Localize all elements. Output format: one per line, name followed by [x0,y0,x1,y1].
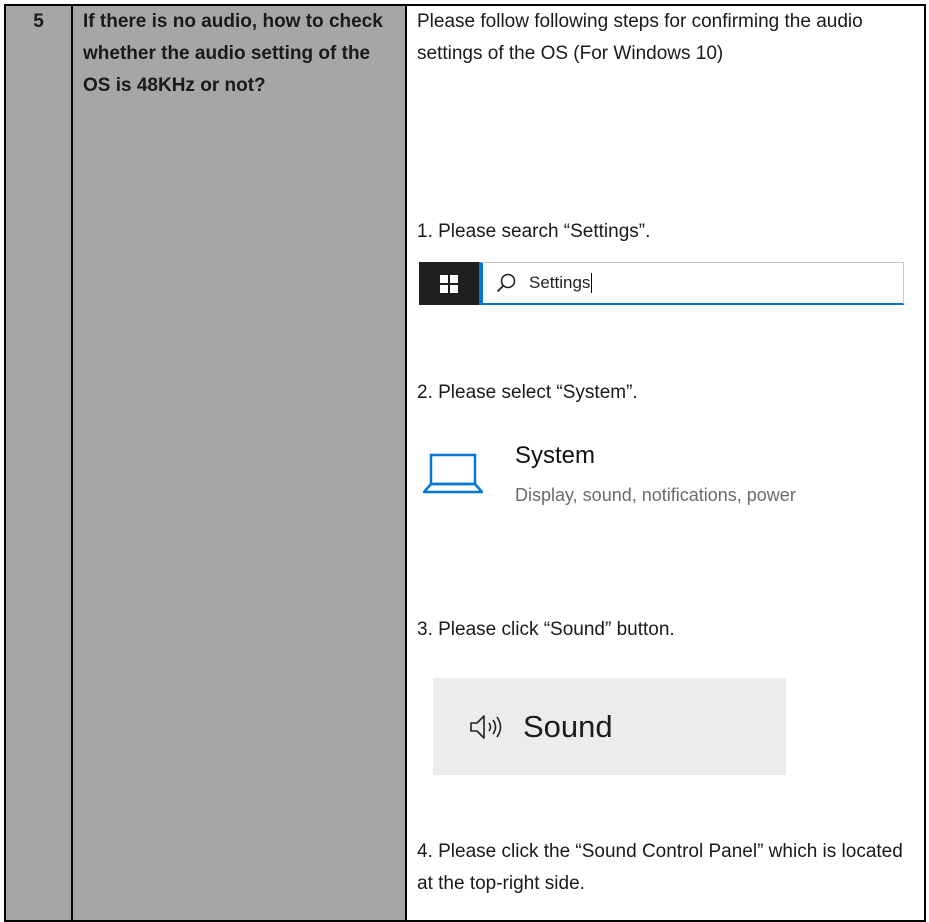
faq-table: 5 If there is no audio, how to check whe… [4,4,926,922]
sound-label: Sound [523,708,613,744]
answer-content: Please follow following steps for confir… [407,6,924,920]
windows-logo-icon [440,274,458,293]
step-3-text: 3. Please click “Sound” button. [417,619,675,640]
text-caret [591,273,593,293]
row-number-cell: 5 [4,4,73,922]
sound-button[interactable]: Sound [433,678,786,775]
question-text: If there is no audio, how to check wheth… [83,11,383,96]
answer-cell: Please follow following steps for confir… [405,4,926,922]
answer-intro: Please follow following steps for confir… [417,11,863,64]
step-2-text: 2. Please select “System”. [417,382,638,403]
step-4-text: 4. Please click the “Sound Control Panel… [417,841,903,894]
search-input[interactable]: Settings [529,273,590,293]
windows-search-bar: Settings [419,262,904,305]
row-number: 5 [33,11,44,32]
system-title: System [515,442,596,469]
step-1-text: 1. Please search “Settings”. [417,221,651,242]
search-box[interactable]: Settings [479,262,904,305]
laptop-icon [423,453,483,494]
table-row: 5 If there is no audio, how to check whe… [4,4,926,922]
system-description: Display, sound, notifications, power [515,485,796,505]
speaker-icon [470,714,502,739]
start-button[interactable] [419,262,479,305]
search-icon [496,273,516,293]
system-settings-tile[interactable]: System Display, sound, notifications, po… [419,442,879,562]
question-cell: If there is no audio, how to check wheth… [71,4,407,922]
